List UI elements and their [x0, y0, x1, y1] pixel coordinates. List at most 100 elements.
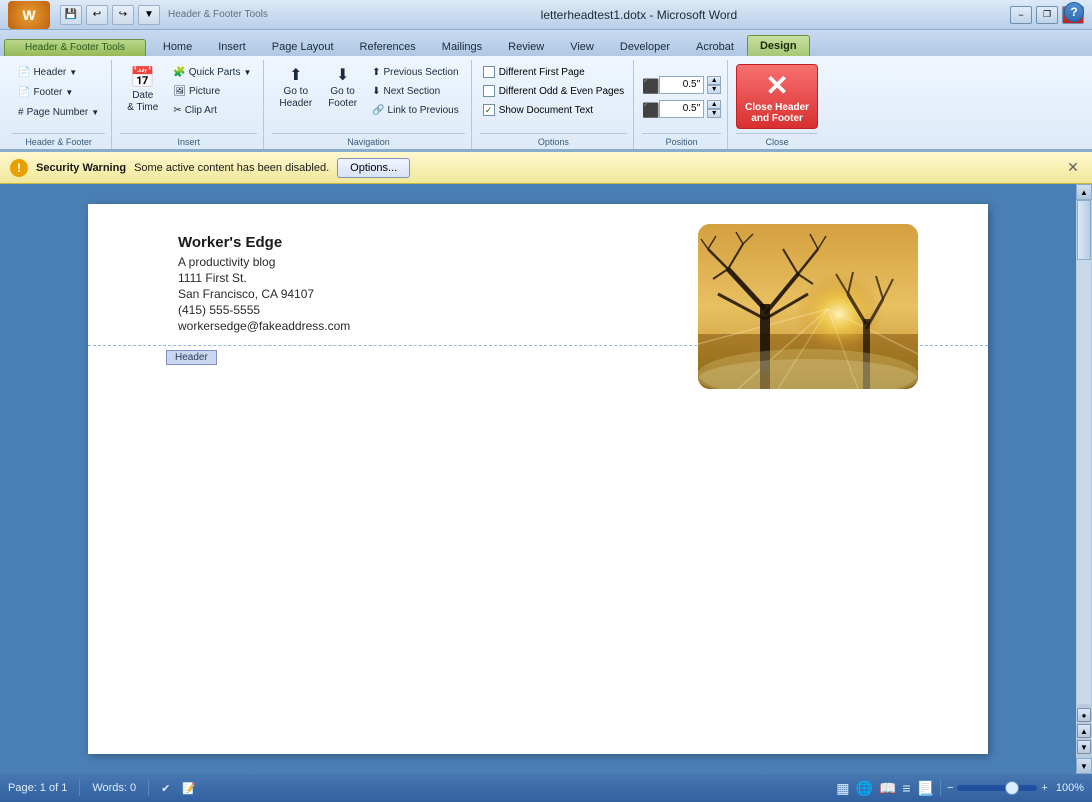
page-number-button[interactable]: # Page Number ▼ — [12, 104, 105, 121]
footer-pos-down[interactable]: ▼ — [707, 109, 721, 118]
different-first-checkbox[interactable]: Different First Page — [480, 64, 588, 80]
header-label-tab: Header — [166, 350, 217, 365]
gotoheader-icon: ⬆ — [289, 68, 302, 84]
tab-mailings[interactable]: Mailings — [429, 36, 495, 56]
window-controls: − ❐ ✕ ? — [1010, 6, 1084, 24]
zoom-controls: − + 100% — [947, 782, 1084, 794]
track-changes-icon[interactable]: 📝 — [182, 782, 196, 795]
footer-position-input[interactable] — [659, 100, 704, 118]
scroll-up-arrow[interactable]: ▲ — [1076, 184, 1092, 200]
show-doc-text-label: Show Document Text — [499, 105, 593, 116]
tab-view[interactable]: View — [557, 36, 607, 56]
group-position-label: Position — [642, 133, 721, 149]
prev-page-btn[interactable]: ▲ — [1077, 724, 1091, 738]
goto-header-button[interactable]: ⬆ Go toHeader — [272, 64, 319, 114]
group-navigation-items: ⬆ Go toHeader ⬇ Go toFooter ⬆ Previous S… — [272, 60, 464, 133]
link-to-prev-button[interactable]: 🔗 Link to Previous — [366, 102, 465, 119]
footer-pos-icon: ⬛ — [642, 102, 656, 116]
datetime-button[interactable]: 📅 Date& Time — [120, 64, 165, 118]
ribbon: Header & Footer Tools Home Insert Page L… — [0, 30, 1092, 152]
tab-pagelayout[interactable]: Page Layout — [259, 36, 347, 56]
picture-icon: 🖼 — [173, 86, 186, 97]
header-pos-down[interactable]: ▼ — [707, 85, 721, 94]
different-odd-label: Different Odd & Even Pages — [499, 86, 624, 97]
next-page-btn[interactable]: ▼ — [1077, 740, 1091, 754]
qat-undo[interactable]: ↩ — [86, 5, 108, 25]
group-insert-items: 📅 Date& Time 🧩 Quick Parts ▼ 🖼 Picture ✂ — [120, 60, 257, 133]
picture-button[interactable]: 🖼 Picture — [167, 83, 257, 100]
clipart-button[interactable]: ✂ Clip Art — [167, 102, 257, 119]
group-position-items: ⬛ ▲ ▼ ⬛ ▲ ▼ — [642, 60, 721, 133]
tab-developer[interactable]: Developer — [607, 36, 683, 56]
different-odd-checkbox[interactable]: Different Odd & Even Pages — [480, 83, 627, 99]
footer-pos-up[interactable]: ▲ — [707, 100, 721, 109]
view-draft-btn[interactable]: 📃 — [917, 780, 934, 797]
header-position-input[interactable] — [659, 76, 704, 94]
group-navigation-label: Navigation — [272, 133, 464, 149]
header-pos-up[interactable]: ▲ — [707, 76, 721, 85]
tab-insert[interactable]: Insert — [205, 36, 259, 56]
view-web-btn[interactable]: 🌐 — [856, 780, 873, 797]
qat-more[interactable]: ▼ — [138, 5, 160, 25]
footer-dropdown-icon: ▼ — [65, 88, 73, 97]
hf-tools-label: Header & Footer Tools — [168, 9, 268, 20]
company-name: Worker's Edge — [178, 234, 350, 251]
zoom-out-btn[interactable]: − — [947, 782, 953, 794]
next-section-button[interactable]: ⬇ Next Section — [366, 83, 465, 100]
restore-button[interactable]: ❐ — [1036, 6, 1058, 24]
footer-pos-spinners: ▲ ▼ — [707, 100, 721, 118]
pagenumber-label: Page Number — [27, 107, 89, 118]
group-insert-label: Insert — [120, 133, 257, 149]
security-message: Some active content has been disabled. — [134, 162, 329, 174]
datetime-label: Date& Time — [127, 90, 158, 114]
datetime-icon: 📅 — [130, 68, 155, 88]
gotofooter-label: Go toFooter — [328, 86, 357, 110]
group-options-label: Options — [480, 133, 627, 149]
company-info: Worker's Edge A productivity blog 1111 F… — [178, 234, 350, 335]
tab-review[interactable]: Review — [495, 36, 557, 56]
security-close-button[interactable]: ✕ — [1064, 159, 1082, 177]
group-navigation: ⬆ Go toHeader ⬇ Go toFooter ⬆ Previous S… — [266, 60, 471, 149]
zoom-slider[interactable] — [957, 785, 1037, 791]
security-options-button[interactable]: Options... — [337, 158, 410, 178]
help-button[interactable]: ? — [1064, 2, 1084, 22]
quickparts-dropdown-icon: ▼ — [243, 68, 251, 77]
tab-acrobat[interactable]: Acrobat — [683, 36, 747, 56]
office-button[interactable]: W — [8, 1, 50, 29]
quickparts-button[interactable]: 🧩 Quick Parts ▼ — [167, 64, 257, 81]
title-bar: W 💾 ↩ ↪ ▼ Header & Footer Tools letterhe… — [0, 0, 1092, 30]
ribbon-tab-bar: Header & Footer Tools Home Insert Page L… — [0, 30, 1092, 56]
minimize-button[interactable]: − — [1010, 6, 1032, 24]
goto-footer-button[interactable]: ⬇ Go toFooter — [321, 64, 364, 114]
tab-home[interactable]: Home — [150, 36, 205, 56]
status-sep-1 — [79, 780, 80, 796]
spell-check-icon[interactable]: ✔ — [161, 782, 170, 795]
show-doc-text-checkbox[interactable]: ✓ Show Document Text — [480, 102, 596, 118]
view-reading-btn[interactable]: 📖 — [879, 780, 896, 797]
clipart-label: Clip Art — [185, 105, 217, 116]
view-outline-btn[interactable]: ≡ — [902, 780, 910, 796]
status-right: ▦ 🌐 📖 ≡ 📃 − + 100% — [836, 780, 1084, 797]
prevsection-label: Previous Section — [383, 67, 458, 78]
qat-redo[interactable]: ↪ — [112, 5, 134, 25]
qat-save[interactable]: 💾 — [60, 5, 82, 25]
footer-button[interactable]: 📄 Footer ▼ — [12, 84, 105, 101]
header-button[interactable]: 📄 Header ▼ — [12, 64, 105, 81]
close-header-footer-button[interactable]: ✕ Close Headerand Footer — [736, 64, 818, 129]
header-label: Header — [33, 67, 66, 78]
zoom-in-btn[interactable]: + — [1041, 782, 1047, 794]
document-container[interactable]: Worker's Edge A productivity blog 1111 F… — [0, 184, 1076, 774]
tab-references[interactable]: References — [347, 36, 429, 56]
scroll-track[interactable] — [1077, 200, 1091, 704]
scroll-thumb[interactable] — [1077, 200, 1091, 260]
company-city-state: San Francisco, CA 94107 — [178, 287, 350, 301]
status-bar: Page: 1 of 1 Words: 0 ✔ 📝 ▦ 🌐 📖 ≡ 📃 − + … — [0, 774, 1092, 802]
footer-position-row: ⬛ ▲ ▼ — [642, 100, 721, 118]
tab-design[interactable]: Design — [747, 35, 810, 56]
footer-label: Footer — [33, 87, 62, 98]
window-title: letterheadtest1.dotx - Microsoft Word — [541, 8, 738, 22]
prev-section-button[interactable]: ⬆ Previous Section — [366, 64, 465, 81]
document-page: Worker's Edge A productivity blog 1111 F… — [88, 204, 988, 754]
view-normal-btn[interactable]: ▦ — [836, 780, 849, 797]
select-browse-object-btn[interactable]: ● — [1077, 708, 1091, 722]
